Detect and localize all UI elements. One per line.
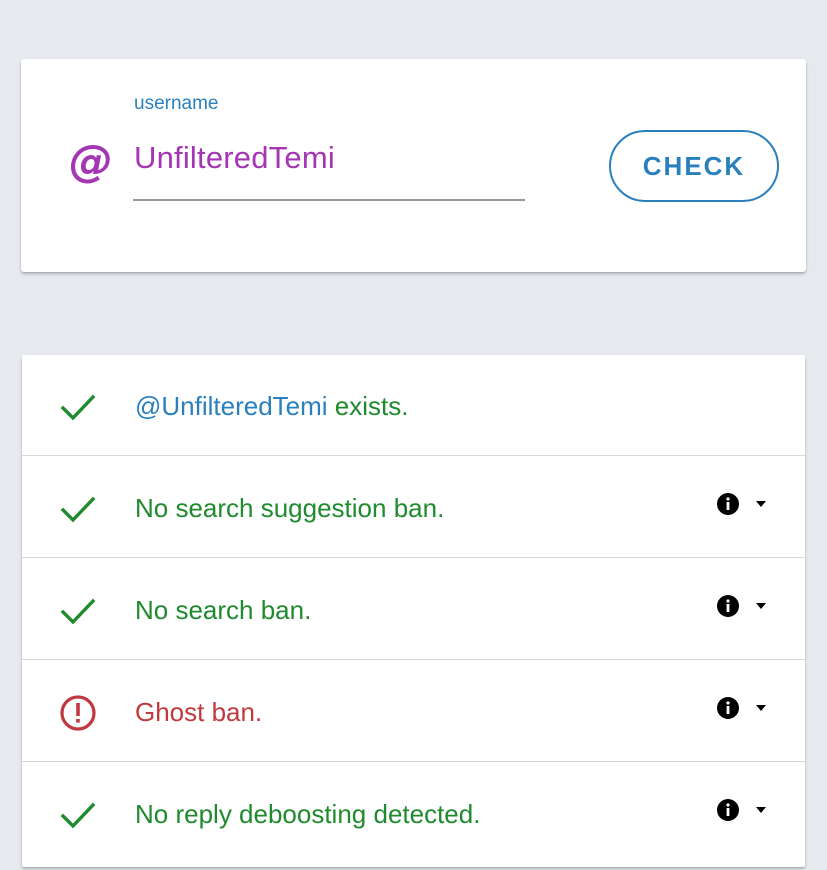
check-icon xyxy=(60,496,96,523)
info-icon[interactable] xyxy=(716,696,740,720)
check-icon xyxy=(60,598,96,625)
result-text-ghost-ban: Ghost ban. xyxy=(135,697,263,727)
username-field-label: username xyxy=(134,93,219,114)
alert-circle-icon xyxy=(60,695,96,731)
info-icon[interactable] xyxy=(716,594,740,618)
username-form-card: @ username UnfilteredTemi CHECK xyxy=(21,59,806,272)
chevron-down-icon[interactable] xyxy=(755,500,767,508)
username-input-underline xyxy=(133,199,525,201)
username-input[interactable]: UnfilteredTemi xyxy=(134,137,335,179)
result-row-exists: @UnfilteredTemi exists. xyxy=(22,355,805,456)
check-icon xyxy=(60,394,96,421)
info-icon[interactable] xyxy=(716,798,740,822)
results-list: @UnfilteredTemi exists. No search sugges… xyxy=(22,355,805,867)
result-text-search-suggestion-ban: No search suggestion ban. xyxy=(135,493,445,523)
info-icon[interactable] xyxy=(716,492,740,516)
result-text-search-ban: No search ban. xyxy=(135,595,312,625)
check-icon xyxy=(60,802,96,829)
username-link[interactable]: @UnfilteredTemi xyxy=(135,391,328,421)
result-text-exists: @UnfilteredTemi exists. xyxy=(135,389,408,423)
result-row-search-suggestion-ban: No search suggestion ban. xyxy=(22,457,805,558)
chevron-down-icon[interactable] xyxy=(755,704,767,712)
at-sign-icon: @ xyxy=(69,136,113,187)
result-row-reply-deboosting: No reply deboosting detected. xyxy=(22,763,805,864)
exists-label: exists. xyxy=(327,391,409,421)
result-row-search-ban: No search ban. xyxy=(22,559,805,660)
result-row-ghost-ban: Ghost ban. xyxy=(22,661,805,762)
result-text-reply-deboosting: No reply deboosting detected. xyxy=(135,799,481,829)
chevron-down-icon[interactable] xyxy=(755,602,767,610)
chevron-down-icon[interactable] xyxy=(755,806,767,814)
check-button[interactable]: CHECK xyxy=(609,130,779,202)
